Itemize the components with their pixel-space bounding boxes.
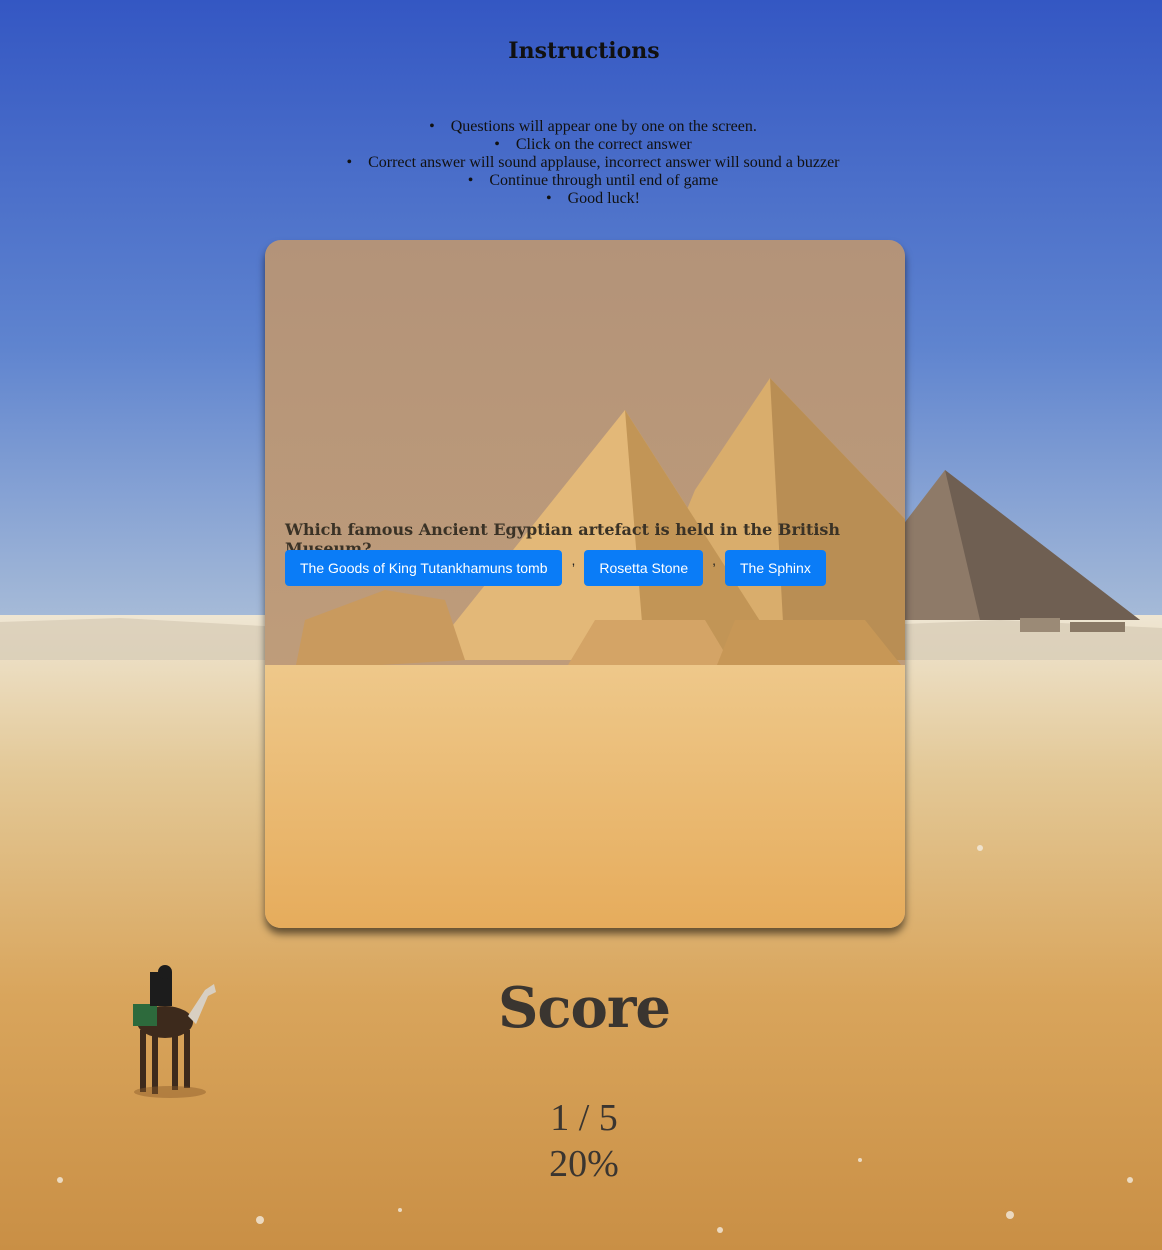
instruction-item: Correct answer will sound applause, inco…	[12, 154, 1162, 172]
quiz-card: Which famous Ancient Egyptian artefact i…	[265, 240, 905, 928]
answer-button-tutankhamun[interactable]: The Goods of King Tutankhamuns tomb	[285, 550, 563, 586]
score-title: Score	[497, 975, 671, 1041]
instructions-panel: Instructions Questions will appear one b…	[0, 38, 1162, 208]
answer-separator: ,	[712, 552, 716, 568]
instruction-item: Continue through until end of game	[12, 172, 1162, 190]
instructions-list: Questions will appear one by one on the …	[0, 118, 1162, 208]
answer-separator: ,	[571, 552, 576, 568]
answer-button-sphinx[interactable]: The Sphinx	[725, 550, 826, 586]
instruction-item: Questions will appear one by one on the …	[12, 118, 1162, 136]
score-percent: 20%	[549, 1143, 619, 1185]
instruction-item: Good luck!	[12, 190, 1162, 208]
instructions-title: Instructions	[508, 38, 660, 64]
answer-button-rosetta-stone[interactable]: Rosetta Stone	[584, 550, 704, 586]
score-count: 1 / 5	[550, 1097, 618, 1139]
instruction-item: Click on the correct answer	[12, 136, 1162, 154]
answer-options: The Goods of King Tutankhamuns tomb , Ro…	[285, 550, 826, 586]
